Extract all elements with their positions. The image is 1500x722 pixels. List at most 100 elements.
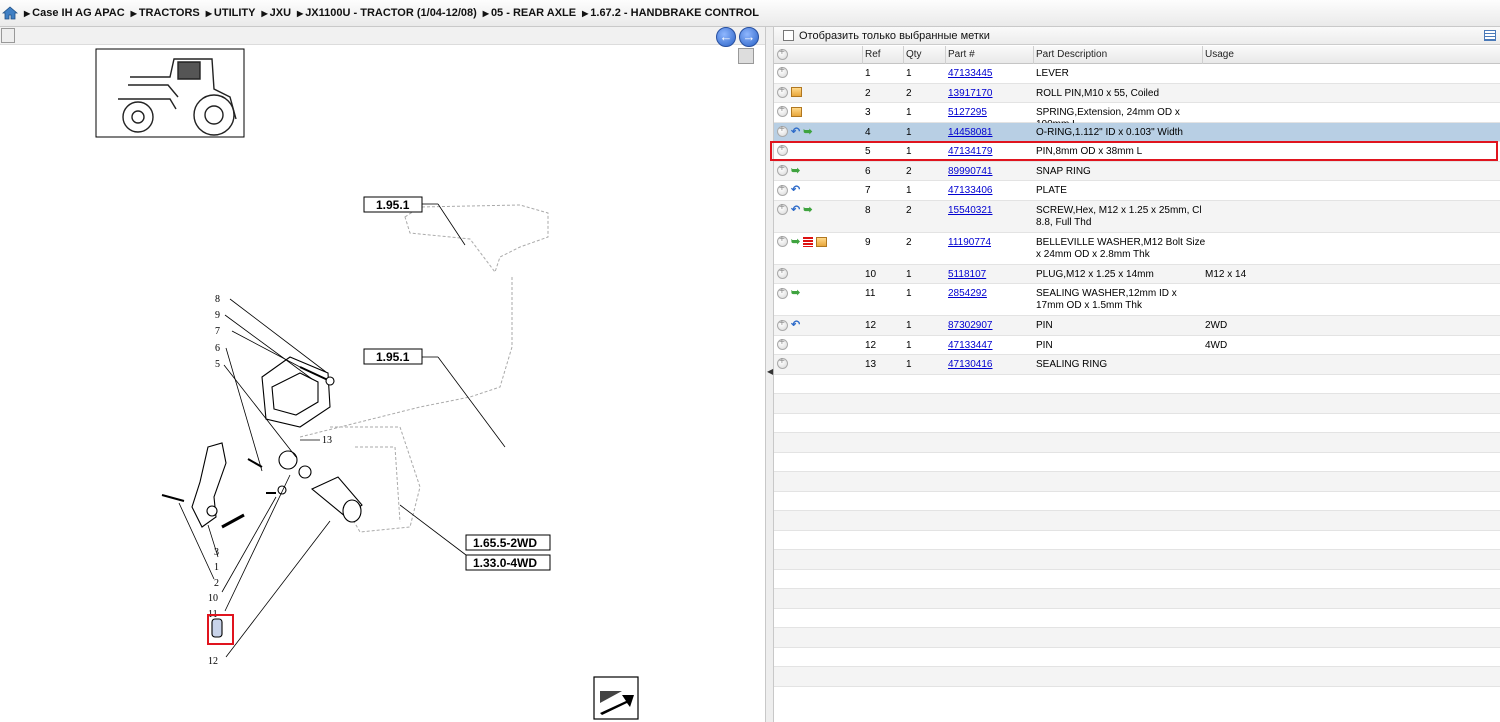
- callout[interactable]: 3: [214, 547, 219, 558]
- add-to-cart-icon[interactable]: [777, 65, 788, 78]
- table-row[interactable]: ↶➥ 4 1 14458081 O-RING,1.112" ID x 0.103" Wi…: [774, 122, 1500, 142]
- grid-view-icon[interactable]: [1484, 30, 1496, 41]
- header-ref[interactable]: Ref: [865, 49, 881, 61]
- breadcrumb-item[interactable]: ▶ JX1100U - TRACTOR (1/04-12/08): [297, 7, 477, 19]
- next-page-button[interactable]: →: [739, 27, 759, 47]
- table-row[interactable]: 13 1 47130416 SEALING RING: [774, 355, 1500, 375]
- table-row[interactable]: 12 1 47133447 PIN 4WD: [774, 335, 1500, 355]
- highlighted-part-marker[interactable]: [207, 614, 234, 645]
- part-number-link[interactable]: 47133445: [948, 68, 993, 80]
- replacement-back-icon[interactable]: ↶: [791, 126, 800, 138]
- add-to-cart-icon[interactable]: [777, 234, 788, 247]
- package-icon[interactable]: [791, 87, 802, 97]
- callout[interactable]: 5: [215, 359, 220, 370]
- callout[interactable]: 8: [215, 294, 220, 305]
- callout[interactable]: 6: [215, 343, 220, 354]
- table-row[interactable]: 10 1 5118107 PLUG,M12 x 1.25 x 14mm M12 x 14: [774, 264, 1500, 284]
- part-number-link[interactable]: 5118107: [948, 269, 986, 281]
- part-number-link[interactable]: 2854292: [948, 288, 987, 300]
- ref-label-2[interactable]: 1.95.1: [376, 350, 410, 364]
- header-part-number[interactable]: Part #: [948, 49, 975, 61]
- collapse-left-icon[interactable]: ◀: [767, 367, 773, 376]
- add-to-cart-icon[interactable]: [777, 337, 788, 350]
- add-to-cart-icon[interactable]: [777, 202, 788, 215]
- diagram-reference-labels[interactable]: 1.95.1 1.95.1 1.65.5-2WD 1.33.0-4WD: [363, 196, 551, 571]
- breadcrumb-item[interactable]: ▶ 05 - REAR AXLE: [483, 7, 576, 19]
- package-icon[interactable]: [791, 106, 802, 117]
- replacement-forward-icon[interactable]: ➥: [803, 126, 812, 138]
- add-to-cart-icon[interactable]: [777, 124, 788, 137]
- table-row[interactable]: ↶ 12 1 87302907 PIN 2WD: [774, 316, 1500, 336]
- add-to-cart-icon[interactable]: [777, 183, 788, 196]
- part-number-link[interactable]: 47133447: [948, 340, 993, 352]
- part-number-link[interactable]: 5127295: [948, 107, 987, 119]
- part-number-link[interactable]: 14458081: [948, 127, 993, 139]
- add-to-cart-icon[interactable]: [777, 143, 788, 156]
- header-plus-icon[interactable]: [777, 47, 791, 61]
- list-icon[interactable]: [803, 236, 814, 247]
- breadcrumb-label[interactable]: 05 - REAR AXLE: [491, 7, 576, 19]
- breadcrumb-label[interactable]: TRACTORS: [139, 7, 200, 19]
- part-number-link[interactable]: 13917170: [948, 88, 993, 100]
- show-selected-only-checkbox[interactable]: [783, 30, 794, 41]
- callout[interactable]: 9: [215, 310, 220, 321]
- add-to-cart-icon[interactable]: [777, 163, 788, 176]
- callout[interactable]: 1: [214, 562, 219, 573]
- breadcrumb-item[interactable]: ▶ TRACTORS: [131, 7, 200, 19]
- callout[interactable]: 2: [214, 578, 219, 589]
- add-to-cart-icon[interactable]: [777, 356, 788, 369]
- replacement-back-icon[interactable]: ↶: [791, 204, 800, 216]
- callout[interactable]: 13: [322, 435, 332, 446]
- ref-label-1[interactable]: 1.95.1: [376, 198, 410, 212]
- callout[interactable]: 12: [208, 656, 218, 667]
- add-to-cart-icon[interactable]: [777, 286, 788, 299]
- breadcrumb-label[interactable]: JXU: [270, 7, 291, 19]
- replacement-forward-icon[interactable]: ➥: [791, 236, 800, 248]
- replacement-forward-icon[interactable]: ➥: [791, 165, 800, 177]
- scroll-handle[interactable]: [738, 48, 754, 64]
- breadcrumb-item[interactable]: ▶ UTILITY: [206, 7, 256, 19]
- replacement-back-icon[interactable]: ↶: [791, 184, 800, 196]
- header-description[interactable]: Part Description: [1036, 49, 1206, 61]
- part-number-link[interactable]: 89990741: [948, 166, 993, 178]
- table-row[interactable]: ➥ 9 2 11190774 BELLEVILLE WASHER,M12 Bolt Si…: [774, 232, 1500, 265]
- callout[interactable]: 10: [208, 593, 218, 604]
- table-row[interactable]: ↶➥ 8 2 15540321 SCREW,Hex, M12 x 1.25 x 25mm…: [774, 200, 1500, 233]
- table-row[interactable]: ➥ 6 2 89990741 SNAP RING: [774, 161, 1500, 181]
- table-row[interactable]: ➥1112854292SEALING WASHER,12mm ID x 17mm…: [774, 284, 1500, 316]
- ref-label-3[interactable]: 1.65.5-2WD: [473, 536, 537, 550]
- home-icon[interactable]: [2, 6, 18, 20]
- part-number-link[interactable]: 47130416: [948, 359, 993, 371]
- part-number-link[interactable]: 87302907: [948, 320, 993, 332]
- table-row[interactable]: 5 1 47134179 PIN,8mm OD x 38mm L: [774, 142, 1500, 162]
- table-row[interactable]: 2 2 13917170 ROLL PIN,M10 x 55, Coiled: [774, 83, 1500, 103]
- part-number-link[interactable]: 47133406: [948, 185, 993, 197]
- navigate-out-icon[interactable]: [593, 676, 639, 720]
- add-to-cart-icon[interactable]: [777, 318, 788, 331]
- replacement-back-icon[interactable]: ↶: [791, 319, 800, 331]
- breadcrumb-label[interactable]: UTILITY: [214, 7, 256, 19]
- part-number-link[interactable]: 15540321: [948, 205, 993, 217]
- previous-page-button[interactable]: ←: [716, 27, 736, 47]
- part-number-link[interactable]: 47134179: [948, 146, 993, 158]
- package-icon[interactable]: [816, 236, 828, 247]
- callout[interactable]: 7: [215, 326, 220, 337]
- header-qty[interactable]: Qty: [906, 49, 922, 61]
- breadcrumb-item[interactable]: ▶ 1.67.2 - HANDBRAKE CONTROL: [582, 7, 759, 19]
- add-to-cart-icon[interactable]: [777, 85, 788, 98]
- breadcrumb-label[interactable]: Case IH AG APAC: [32, 7, 125, 19]
- add-to-cart-icon[interactable]: [777, 104, 788, 117]
- pane-splitter[interactable]: ◀: [765, 27, 774, 722]
- expand-panel-icon[interactable]: [1, 28, 15, 43]
- breadcrumb-label[interactable]: JX1100U - TRACTOR (1/04-12/08): [305, 7, 477, 19]
- part-number-link[interactable]: 11190774: [948, 237, 991, 249]
- header-usage[interactable]: Usage: [1205, 49, 1234, 61]
- table-row[interactable]: 315127295SPRING,Extension, 24mm OD x 100…: [774, 103, 1500, 130]
- add-to-cart-icon[interactable]: [777, 266, 788, 279]
- breadcrumb-label[interactable]: 1.67.2 - HANDBRAKE CONTROL: [590, 7, 759, 19]
- ref-label-4[interactable]: 1.33.0-4WD: [473, 556, 537, 570]
- table-row[interactable]: ↶ 7 1 47133406 PLATE: [774, 181, 1500, 201]
- table-row[interactable]: 1 1 47133445 LEVER: [774, 64, 1500, 84]
- replacement-forward-icon[interactable]: ➥: [791, 287, 800, 299]
- breadcrumb-item[interactable]: ▶ Case IH AG APAC: [24, 7, 125, 19]
